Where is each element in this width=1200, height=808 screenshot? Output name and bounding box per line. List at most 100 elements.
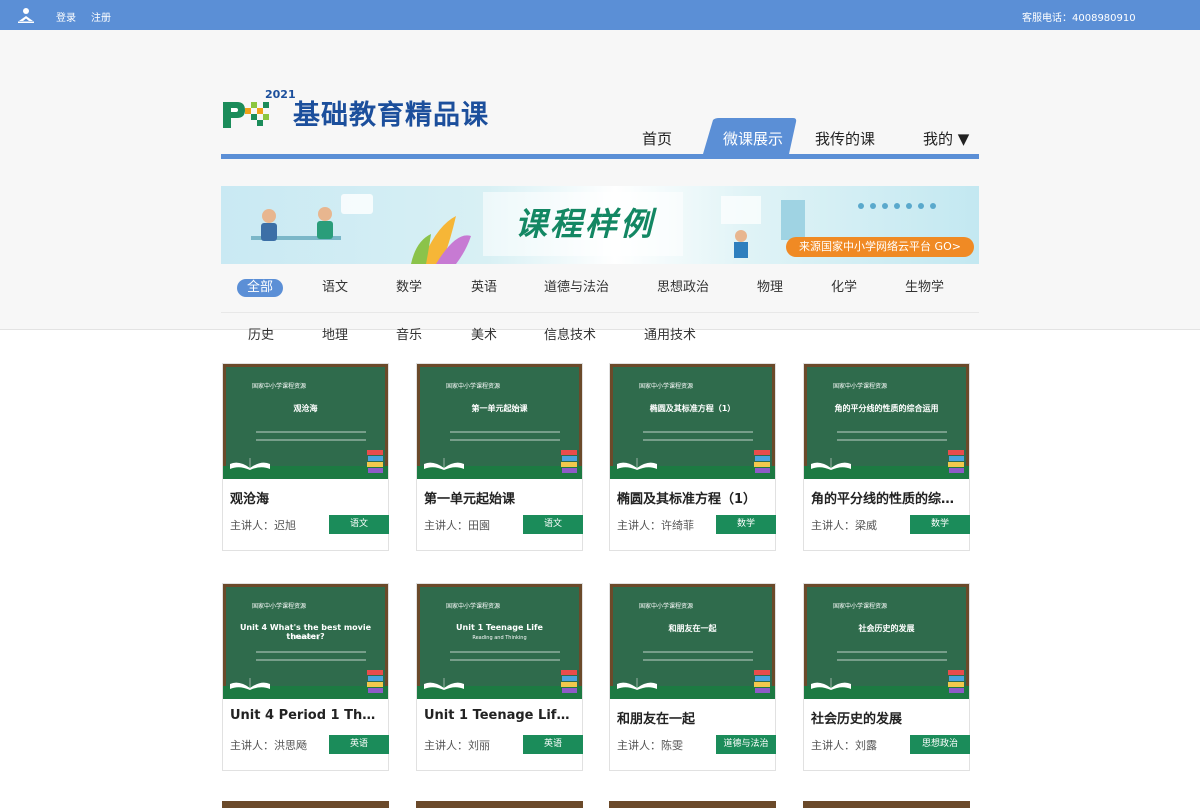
chalkboard: 国家中小学课程资源 第一单元起始课 xyxy=(420,367,579,466)
course-card[interactable]: 国家中小学课程资源 观沧海 观沧海 主讲人：迟旭 语文 xyxy=(222,363,389,551)
subject-tag[interactable]: 道德与法治 xyxy=(716,735,776,754)
book-stack-icon xyxy=(561,450,577,473)
nav-item-my-menu[interactable]: 我的 ▼ xyxy=(923,128,969,149)
course-card-partial[interactable] xyxy=(609,801,776,808)
board-info-line xyxy=(450,651,560,653)
chalkboard: 国家中小学课程资源 角的平分线的性质的综合运用 xyxy=(807,367,966,466)
category-divider xyxy=(221,312,979,313)
category-biology[interactable]: 生物学 xyxy=(905,279,944,297)
open-book-icon xyxy=(230,678,270,690)
site-mini-logo-icon[interactable] xyxy=(17,6,35,24)
course-title: Unit 1 Teenage Life R... xyxy=(424,708,576,723)
open-book-icon xyxy=(424,458,464,470)
category-chinese[interactable]: 语文 xyxy=(322,279,348,297)
board-title: 角的平分线的性质的综合运用 xyxy=(834,404,939,413)
course-sample-banner[interactable]: 课程样例 来源国家中小学网络云平台 GO> xyxy=(221,186,979,264)
nav-item-micro-courses[interactable]: 微课展示 xyxy=(703,118,797,154)
course-thumbnail[interactable]: 国家中小学课程资源 和朋友在一起 xyxy=(610,584,775,699)
board-info-line xyxy=(256,439,366,441)
course-teacher: 主讲人：迟旭 xyxy=(230,519,296,532)
banner-go-button[interactable]: 来源国家中小学网络云平台 GO> xyxy=(786,237,974,257)
course-title: 观沧海 xyxy=(230,492,270,507)
nav-item-my-uploads[interactable]: 我传的课 xyxy=(815,128,875,149)
course-card[interactable]: 国家中小学课程资源 Unit 4 What's the best movie t… xyxy=(222,583,389,771)
course-card[interactable]: 国家中小学课程资源 社会历史的发展 社会历史的发展 主讲人：刘露 思想政治 xyxy=(803,583,970,771)
course-card-partial[interactable] xyxy=(222,801,389,808)
top-bar: 登录 注册 客服电话：4008980910 xyxy=(0,0,1200,30)
board-header: 国家中小学课程资源 xyxy=(252,383,307,390)
course-thumbnail[interactable]: 国家中小学课程资源 第一单元起始课 xyxy=(417,364,582,479)
board-title: 观沧海 xyxy=(293,404,318,413)
course-thumbnail[interactable]: 国家中小学课程资源 Unit 1 Teenage Life Reading an… xyxy=(417,584,582,699)
brand-year: 2021 xyxy=(265,88,296,101)
course-thumbnail[interactable]: 国家中小学课程资源 Unit 4 What's the best movie t… xyxy=(223,584,388,699)
board-header: 国家中小学课程资源 xyxy=(833,603,888,610)
course-title: 社会历史的发展 xyxy=(811,712,903,727)
chalkboard: 国家中小学课程资源 社会历史的发展 xyxy=(807,587,966,686)
category-physics[interactable]: 物理 xyxy=(757,279,783,297)
course-card[interactable]: 国家中小学课程资源 第一单元起始课 第一单元起始课 主讲人：田園 语文 xyxy=(416,363,583,551)
category-all[interactable]: 全部 xyxy=(237,279,284,297)
category-math[interactable]: 数学 xyxy=(396,279,422,297)
login-link[interactable]: 登录 xyxy=(56,9,76,24)
board-info-line xyxy=(256,651,366,653)
course-thumbnail[interactable]: 国家中小学课程资源 椭圆及其标准方程（1） xyxy=(610,364,775,479)
book-stack-icon xyxy=(754,450,770,473)
course-card-partial[interactable] xyxy=(803,801,970,808)
category-english[interactable]: 英语 xyxy=(471,279,497,297)
category-politics[interactable]: 思想政治 xyxy=(657,279,709,297)
book-stack-icon xyxy=(561,670,577,693)
book-stack-icon xyxy=(367,450,383,473)
register-link[interactable]: 注册 xyxy=(91,9,111,24)
open-book-icon xyxy=(424,678,464,690)
subject-tag[interactable]: 英语 xyxy=(523,735,583,754)
course-teacher: 主讲人：许绮菲 xyxy=(617,519,694,532)
course-card[interactable]: 国家中小学课程资源 Unit 1 Teenage Life Reading an… xyxy=(416,583,583,771)
course-teacher: 主讲人：梁威 xyxy=(811,519,877,532)
category-morality-law[interactable]: 道德与法治 xyxy=(544,279,609,297)
course-card[interactable]: 国家中小学课程资源 和朋友在一起 和朋友在一起 主讲人：陈雯 道德与法治 xyxy=(609,583,776,771)
board-title: 椭圆及其标准方程（1） xyxy=(649,404,736,413)
header: 2021 基础教育精品课 首页 微课展示 我传的课 我的 ▼ 课程样例 来源国家… xyxy=(0,30,1200,343)
chalkboard: 国家中小学课程资源 Unit 1 Teenage Life Reading an… xyxy=(420,587,579,686)
chalkboard: 国家中小学课程资源 椭圆及其标准方程（1） xyxy=(613,367,772,466)
course-teacher: 主讲人：刘露 xyxy=(811,739,877,752)
chalkboard: 国家中小学课程资源 Unit 4 What's the best movie t… xyxy=(226,587,385,686)
subject-tag[interactable]: 语文 xyxy=(329,515,389,534)
subject-tag[interactable]: 英语 xyxy=(329,735,389,754)
category-chemistry[interactable]: 化学 xyxy=(831,279,857,297)
board-info-line xyxy=(837,651,947,653)
subject-tag[interactable]: 语文 xyxy=(523,515,583,534)
open-book-icon xyxy=(617,458,657,470)
subject-tag[interactable]: 数学 xyxy=(716,515,776,534)
nav-item-micro-courses-label: 微课展示 xyxy=(723,130,784,148)
board-info-line xyxy=(450,659,560,661)
course-card-partial[interactable] xyxy=(416,801,583,808)
board-header: 国家中小学课程资源 xyxy=(639,603,694,610)
book-stack-icon xyxy=(948,450,964,473)
board-header: 国家中小学课程资源 xyxy=(252,603,307,610)
course-thumbnail[interactable]: 国家中小学课程资源 社会历史的发展 xyxy=(804,584,969,699)
course-grid: 国家中小学课程资源 观沧海 观沧海 主讲人：迟旭 语文 国家中小学课程资源 第一… xyxy=(0,331,1200,808)
course-card[interactable]: 国家中小学课程资源 椭圆及其标准方程（1） 椭圆及其标准方程（1） 主讲人：许绮… xyxy=(609,363,776,551)
board-info-line xyxy=(837,659,947,661)
board-info-line xyxy=(643,659,753,661)
board-subtitle: Reading and Thinking xyxy=(472,635,527,641)
course-title: 第一单元起始课 xyxy=(424,492,516,507)
course-teacher: 主讲人：陈雯 xyxy=(617,739,683,752)
course-thumbnail[interactable]: 国家中小学课程资源 观沧海 xyxy=(223,364,388,479)
board-info-line xyxy=(450,439,560,441)
course-title: 和朋友在一起 xyxy=(617,712,696,727)
course-thumbnail[interactable]: 国家中小学课程资源 角的平分线的性质的综合运用 xyxy=(804,364,969,479)
board-info-line xyxy=(256,431,366,433)
board-info-line xyxy=(450,431,560,433)
course-teacher: 主讲人：田園 xyxy=(424,519,490,532)
course-title: Unit 4 Period 1 The B... xyxy=(230,708,382,723)
main-nav: 首页 微课展示 我传的课 我的 ▼ xyxy=(221,118,979,158)
board-info-line xyxy=(643,439,753,441)
course-card[interactable]: 国家中小学课程资源 角的平分线的性质的综合运用 角的平分线的性质的综合... 主… xyxy=(803,363,970,551)
board-subtitle: ( Period 1 ) xyxy=(291,635,320,641)
nav-item-home[interactable]: 首页 xyxy=(642,128,672,149)
subject-tag[interactable]: 数学 xyxy=(910,515,970,534)
subject-tag[interactable]: 思想政治 xyxy=(910,735,970,754)
